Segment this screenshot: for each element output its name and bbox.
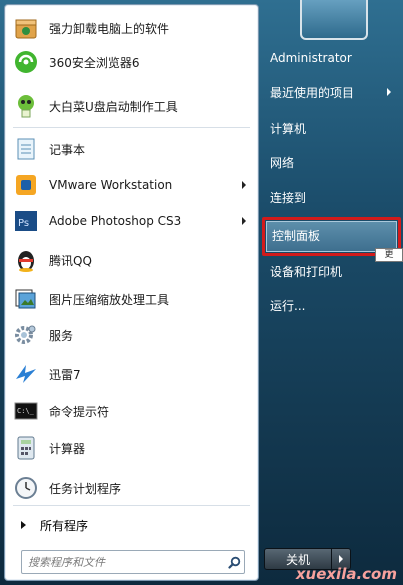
vmware-icon [11,170,41,200]
separator [13,127,250,128]
arrow-right-icon [242,181,246,189]
network-link[interactable]: 网络 [270,154,294,171]
program-item[interactable]: 迅雷7 [7,357,256,391]
program-label: 强力卸载电脑上的软件 [49,21,170,36]
arrow-right-icon [387,88,391,96]
program-label: Adobe Photoshop CS3 [49,214,182,228]
program-label: 腾讯QQ [49,253,92,268]
arrow-right-icon [242,217,246,225]
program-label: 大白菜U盘启动制作工具 [49,99,178,114]
computer-link[interactable]: 计算机 [270,120,306,137]
thunder-bird-icon [11,359,41,389]
program-item[interactable]: 计算器 [7,431,256,465]
browser-360-icon [11,47,41,77]
all-programs-label: 所有程序 [40,518,89,533]
program-item[interactable]: 腾讯QQ [7,243,256,277]
program-item[interactable]: C:\_ 命令提示符 [7,394,256,428]
svg-text:C:\_: C:\_ [17,407,35,415]
services-gear-icon [11,320,41,350]
arrow-right-icon [21,521,26,529]
program-label: 记事本 [49,142,86,157]
control-panel-label: 控制面板 [272,229,321,243]
search-icon[interactable] [224,553,244,571]
program-label: VMware Workstation [49,178,173,192]
program-label: 任务计划程序 [49,481,122,496]
photoshop-icon: Ps [11,206,41,236]
connect-to-link[interactable]: 连接到 [270,189,306,206]
cmd-icon: C:\_ [11,396,41,426]
separator [13,505,250,506]
calculator-icon [11,433,41,463]
program-item[interactable]: 强力卸载电脑上的软件 [7,11,256,45]
dabaicai-icon [11,91,41,121]
all-programs-button[interactable]: 所有程序 [7,511,256,539]
notepad-icon [11,134,41,164]
program-label: 计算器 [49,441,86,456]
program-item[interactable]: 360安全浏览器6 [7,45,256,79]
program-item[interactable]: 图片压缩缩放处理工具 [7,282,256,316]
start-menu: 强力卸载电脑上的软件 360安全浏览器6 大白菜U盘启动制作工具 记事本 VMware … [0,0,403,585]
devices-printers-link[interactable]: 设备和打印机 [270,263,342,280]
program-item[interactable]: 记事本 [7,132,256,166]
user-picture[interactable] [300,0,368,40]
uninstall-box-icon [11,13,41,43]
program-label: 360安全浏览器6 [49,55,140,70]
program-item[interactable]: Ps Adobe Photoshop CS3 [7,204,256,238]
program-item[interactable]: 服务 [7,318,256,352]
recent-items-link[interactable]: 最近使用的项目 [270,84,354,101]
search-box[interactable] [21,550,245,574]
clock-icon [11,473,41,503]
qq-penguin-icon [11,245,41,275]
arrow-right-icon [339,555,343,563]
tooltip: 更 [375,248,403,262]
places-pane: Administrator 最近使用的项目 计算机 网络 连接到 控制面板 更 … [260,0,403,585]
program-label: 命令提示符 [49,404,110,419]
image-tool-icon [11,284,41,314]
program-label: 迅雷7 [49,367,81,382]
program-item[interactable]: VMware Workstation [7,168,256,202]
svg-text:Ps: Ps [18,218,29,229]
program-label: 图片压缩缩放处理工具 [49,292,170,307]
watermark: xuexila.com [295,565,397,583]
search-input[interactable] [22,552,224,572]
run-link[interactable]: 运行... [270,297,305,314]
program-label: 服务 [49,328,74,343]
program-item[interactable]: 大白菜U盘启动制作工具 [7,89,256,123]
user-name-link[interactable]: Administrator [270,51,352,65]
programs-pane: 强力卸载电脑上的软件 360安全浏览器6 大白菜U盘启动制作工具 记事本 VMware … [4,4,259,581]
program-item[interactable]: 任务计划程序 [7,471,256,505]
